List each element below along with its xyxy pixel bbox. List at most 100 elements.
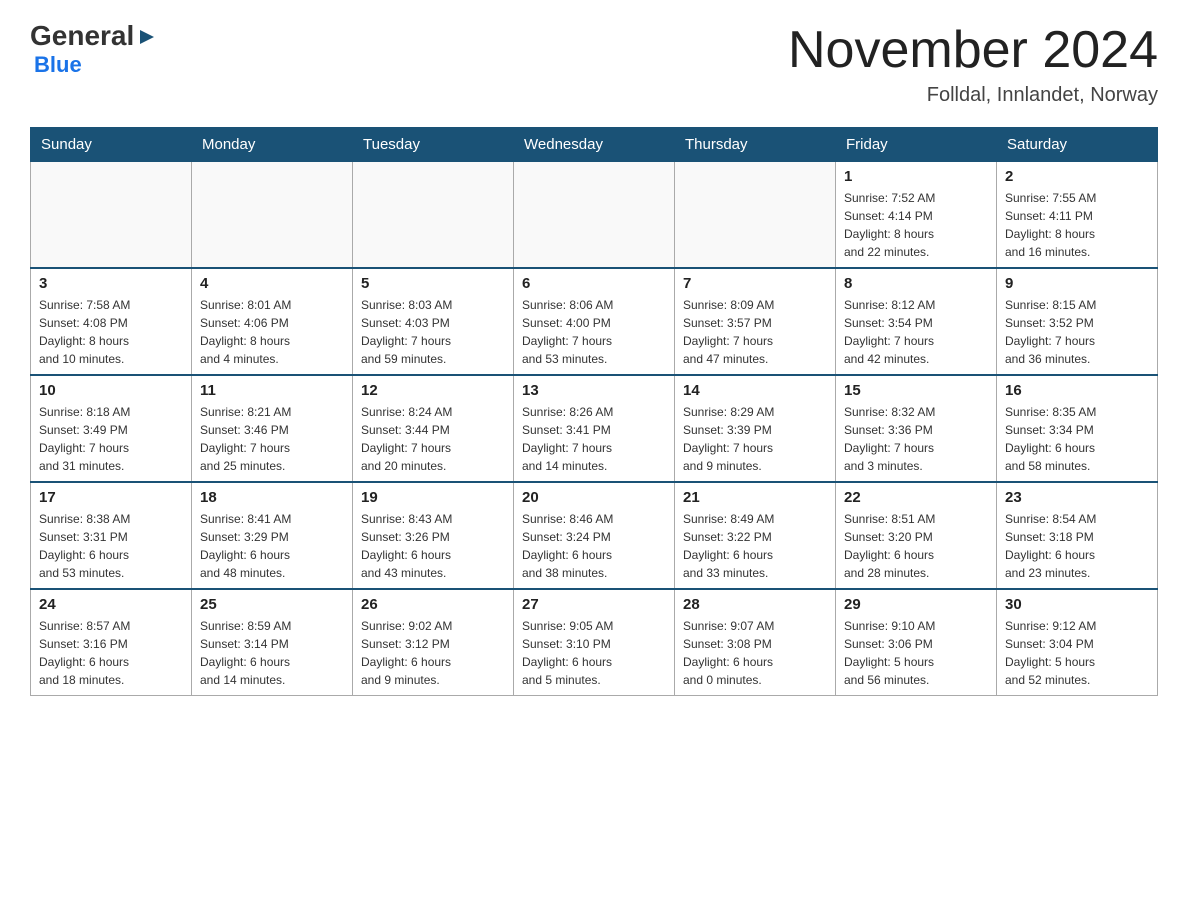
page-header: General Blue November 2024 Folldal, Innl…: [30, 20, 1158, 107]
day-info: Sunrise: 8:38 AM Sunset: 3:31 PM Dayligh…: [39, 510, 183, 582]
col-wednesday: Wednesday: [514, 128, 675, 162]
day-number: 1: [844, 168, 988, 185]
col-tuesday: Tuesday: [353, 128, 514, 162]
day-info: Sunrise: 8:59 AM Sunset: 3:14 PM Dayligh…: [200, 617, 344, 689]
day-number: 2: [1005, 168, 1149, 185]
day-number: 29: [844, 596, 988, 613]
calendar-table: Sunday Monday Tuesday Wednesday Thursday…: [30, 127, 1158, 696]
table-row: 16 Sunrise: 8:35 AM Sunset: 3:34 PM Dayli…: [997, 375, 1158, 482]
logo: General Blue: [30, 20, 158, 78]
day-number: 14: [683, 382, 827, 399]
day-info: Sunrise: 8:49 AM Sunset: 3:22 PM Dayligh…: [683, 510, 827, 582]
col-monday: Monday: [192, 128, 353, 162]
day-info: Sunrise: 8:12 AM Sunset: 3:54 PM Dayligh…: [844, 296, 988, 368]
day-info: Sunrise: 8:54 AM Sunset: 3:18 PM Dayligh…: [1005, 510, 1149, 582]
day-info: Sunrise: 8:24 AM Sunset: 3:44 PM Dayligh…: [361, 403, 505, 475]
day-info: Sunrise: 9:05 AM Sunset: 3:10 PM Dayligh…: [522, 617, 666, 689]
day-number: 20: [522, 489, 666, 506]
table-row: 15Sunrise: 8:32 AM Sunset: 3:36 PM Dayli…: [836, 375, 997, 482]
day-info: Sunrise: 8:21 AM Sunset: 3:46 PM Dayligh…: [200, 403, 344, 475]
day-number: 7: [683, 275, 827, 292]
day-number: 28: [683, 596, 827, 613]
day-info: Sunrise: 8:41 AM Sunset: 3:29 PM Dayligh…: [200, 510, 344, 582]
table-row: 12Sunrise: 8:24 AM Sunset: 3:44 PM Dayli…: [353, 375, 514, 482]
day-info: Sunrise: 8:18 AM Sunset: 3:49 PM Dayligh…: [39, 403, 183, 475]
table-row: 11Sunrise: 8:21 AM Sunset: 3:46 PM Dayli…: [192, 375, 353, 482]
logo-arrow-icon: [136, 26, 158, 48]
col-sunday: Sunday: [31, 128, 192, 162]
day-number: 10: [39, 382, 183, 399]
day-info: Sunrise: 9:10 AM Sunset: 3:06 PM Dayligh…: [844, 617, 988, 689]
day-info: Sunrise: 8:06 AM Sunset: 4:00 PM Dayligh…: [522, 296, 666, 368]
day-info: Sunrise: 8:57 AM Sunset: 3:16 PM Dayligh…: [39, 617, 183, 689]
day-number: 6: [522, 275, 666, 292]
calendar-row: 10 Sunrise: 8:18 AM Sunset: 3:49 PM Dayli…: [31, 375, 1158, 482]
day-number: 21: [683, 489, 827, 506]
table-row: 2Sunrise: 7:55 AM Sunset: 4:11 PM Daylig…: [997, 162, 1158, 269]
table-row: 13 Sunrise: 8:26 AM Sunset: 3:41 PM Dayli…: [514, 375, 675, 482]
table-row: [31, 162, 192, 269]
day-info: Sunrise: 8:15 AM Sunset: 3:52 PM Dayligh…: [1005, 296, 1149, 368]
day-number: 27: [522, 596, 666, 613]
logo-general: General: [30, 20, 134, 52]
table-row: 14Sunrise: 8:29 AM Sunset: 3:39 PM Dayli…: [675, 375, 836, 482]
day-number: 4: [200, 275, 344, 292]
day-number: 22: [844, 489, 988, 506]
table-row: [675, 162, 836, 269]
day-info: Sunrise: 7:52 AM Sunset: 4:14 PM Dayligh…: [844, 189, 988, 261]
day-number: 3: [39, 275, 183, 292]
table-row: 9 Sunrise: 8:15 AM Sunset: 3:52 PM Daylig…: [997, 268, 1158, 375]
day-number: 30: [1005, 596, 1149, 613]
table-row: 23 Sunrise: 8:54 AM Sunset: 3:18 PM Dayli…: [997, 482, 1158, 589]
table-row: 21 Sunrise: 8:49 AM Sunset: 3:22 PM Dayli…: [675, 482, 836, 589]
day-info: Sunrise: 7:58 AM Sunset: 4:08 PM Dayligh…: [39, 296, 183, 368]
calendar-row: 17 Sunrise: 8:38 AM Sunset: 3:31 PM Dayli…: [31, 482, 1158, 589]
table-row: 4 Sunrise: 8:01 AM Sunset: 4:06 PM Daylig…: [192, 268, 353, 375]
table-row: 18Sunrise: 8:41 AM Sunset: 3:29 PM Dayli…: [192, 482, 353, 589]
day-number: 23: [1005, 489, 1149, 506]
day-number: 15: [844, 382, 988, 399]
day-info: Sunrise: 9:12 AM Sunset: 3:04 PM Dayligh…: [1005, 617, 1149, 689]
table-row: [514, 162, 675, 269]
col-saturday: Saturday: [997, 128, 1158, 162]
table-row: [192, 162, 353, 269]
calendar-row: 24 Sunrise: 8:57 AM Sunset: 3:16 PM Dayli…: [31, 589, 1158, 696]
table-row: 27 Sunrise: 9:05 AM Sunset: 3:10 PM Dayli…: [514, 589, 675, 696]
table-row: 29 Sunrise: 9:10 AM Sunset: 3:06 PM Dayli…: [836, 589, 997, 696]
table-row: 5 Sunrise: 8:03 AM Sunset: 4:03 PM Daylig…: [353, 268, 514, 375]
day-info: Sunrise: 8:26 AM Sunset: 3:41 PM Dayligh…: [522, 403, 666, 475]
calendar-header-row: Sunday Monday Tuesday Wednesday Thursday…: [31, 128, 1158, 162]
day-info: Sunrise: 8:01 AM Sunset: 4:06 PM Dayligh…: [200, 296, 344, 368]
table-row: 10 Sunrise: 8:18 AM Sunset: 3:49 PM Dayli…: [31, 375, 192, 482]
day-info: Sunrise: 8:03 AM Sunset: 4:03 PM Dayligh…: [361, 296, 505, 368]
table-row: 24 Sunrise: 8:57 AM Sunset: 3:16 PM Dayli…: [31, 589, 192, 696]
day-number: 16: [1005, 382, 1149, 399]
day-number: 24: [39, 596, 183, 613]
day-info: Sunrise: 8:35 AM Sunset: 3:34 PM Dayligh…: [1005, 403, 1149, 475]
col-friday: Friday: [836, 128, 997, 162]
day-info: Sunrise: 8:51 AM Sunset: 3:20 PM Dayligh…: [844, 510, 988, 582]
calendar-row: 3 Sunrise: 7:58 AM Sunset: 4:08 PM Daylig…: [31, 268, 1158, 375]
logo-blue: Blue: [34, 52, 158, 78]
table-row: [353, 162, 514, 269]
table-row: 20 Sunrise: 8:46 AM Sunset: 3:24 PM Dayli…: [514, 482, 675, 589]
table-row: 8 Sunrise: 8:12 AM Sunset: 3:54 PM Daylig…: [836, 268, 997, 375]
col-thursday: Thursday: [675, 128, 836, 162]
month-title: November 2024: [788, 20, 1158, 80]
table-row: 6 Sunrise: 8:06 AM Sunset: 4:00 PM Daylig…: [514, 268, 675, 375]
day-number: 17: [39, 489, 183, 506]
day-number: 25: [200, 596, 344, 613]
day-number: 5: [361, 275, 505, 292]
table-row: 1 Sunrise: 7:52 AM Sunset: 4:14 PM Daylig…: [836, 162, 997, 269]
table-row: 22 Sunrise: 8:51 AM Sunset: 3:20 PM Dayli…: [836, 482, 997, 589]
table-row: 25 Sunrise: 8:59 AM Sunset: 3:14 PM Dayli…: [192, 589, 353, 696]
table-row: 30 Sunrise: 9:12 AM Sunset: 3:04 PM Dayli…: [997, 589, 1158, 696]
day-number: 13: [522, 382, 666, 399]
day-number: 8: [844, 275, 988, 292]
day-info: Sunrise: 8:09 AM Sunset: 3:57 PM Dayligh…: [683, 296, 827, 368]
day-info: Sunrise: 8:46 AM Sunset: 3:24 PM Dayligh…: [522, 510, 666, 582]
day-info: Sunrise: 8:43 AM Sunset: 3:26 PM Dayligh…: [361, 510, 505, 582]
table-row: 19Sunrise: 8:43 AM Sunset: 3:26 PM Dayli…: [353, 482, 514, 589]
day-number: 9: [1005, 275, 1149, 292]
table-row: 28Sunrise: 9:07 AM Sunset: 3:08 PM Dayli…: [675, 589, 836, 696]
